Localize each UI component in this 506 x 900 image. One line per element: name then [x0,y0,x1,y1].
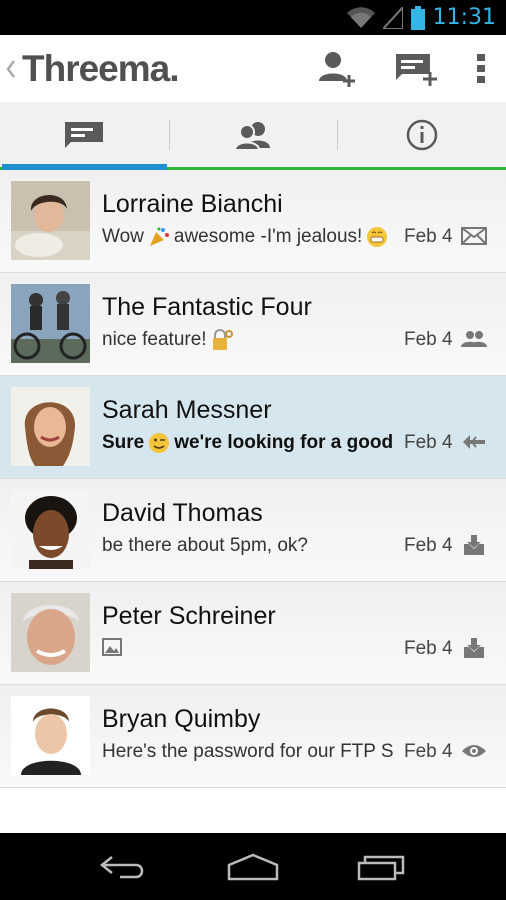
contact-name: David Thomas [102,499,263,527]
back-button[interactable] [94,847,154,887]
info-icon [406,119,437,150]
chat-icon [65,121,104,148]
message-date: Feb 4 [404,432,453,453]
eye-icon [460,739,488,763]
list-item[interactable]: Lorraine Bianchi Wow awesome -I'm jealou… [0,170,506,273]
avatar [11,284,90,363]
message-preview [102,638,400,656]
avatar [11,490,90,569]
avatar [11,181,90,260]
message-preview: Sure we're looking for a good [102,432,394,453]
conversation-list[interactable]: Lorraine Bianchi Wow awesome -I'm jealou… [0,170,506,833]
message-date: Feb 4 [404,638,453,659]
tab-bar [0,102,506,170]
contact-name: Bryan Quimby [102,705,261,733]
message-date: Feb 4 [404,226,453,247]
contact-name: Lorraine Bianchi [102,190,283,218]
avatar [11,696,90,775]
avatar [11,387,90,466]
download-icon [460,636,488,660]
download-icon [460,533,488,557]
overflow-icon [477,53,485,83]
clock: 11:31 [432,5,496,30]
list-item[interactable]: Peter Schreiner Feb 4 [0,582,506,685]
list-item[interactable]: Bryan Quimby Here's the password for our… [0,685,506,788]
new-message-icon [396,53,437,86]
recents-icon [357,855,404,880]
message-preview: nice feature! [102,329,400,351]
contact-name: The Fantastic Four [102,293,312,321]
grin-emoji [367,227,388,247]
list-item[interactable]: David Thomas be there about 5pm, ok? Feb… [0,479,506,582]
up-caret-icon[interactable] [0,35,22,102]
contact-name: Peter Schreiner [102,602,276,630]
app-title[interactable]: Threema. [22,48,180,90]
status-bar: 11:31 [0,0,506,35]
tab-conversations[interactable] [0,102,169,170]
image-icon [102,638,122,656]
overflow-menu-button[interactable] [456,35,506,102]
action-bar: Threema. [0,35,506,102]
reply-icon [460,430,488,454]
home-button[interactable] [223,847,283,887]
envelope-icon [460,224,488,248]
add-contact-button[interactable] [300,35,378,102]
avatar [11,593,90,672]
tab-info[interactable] [337,102,506,167]
new-message-button[interactable] [378,35,456,102]
message-preview: Wow awesome -I'm jealous! [102,226,400,248]
list-item[interactable]: The Fantastic Four nice feature! Feb 4 [0,273,506,376]
message-date: Feb 4 [404,741,453,762]
nav-bar [0,833,506,900]
contacts-icon [235,121,270,150]
wifi-icon [346,6,375,28]
message-date: Feb 4 [404,329,453,350]
list-item[interactable]: Sarah Messner Sure we're looking for a g… [0,376,506,479]
recents-button[interactable] [352,847,412,887]
home-icon [227,853,279,880]
lock-key-emoji [212,329,233,350]
group-icon [460,327,488,351]
wink-emoji [149,433,170,453]
message-preview: be there about 5pm, ok? [102,535,308,556]
add-contact-icon [319,51,355,87]
message-date: Feb 4 [404,535,453,556]
back-icon [100,855,144,878]
contact-name: Sarah Messner [102,396,272,424]
party-popper-emoji [149,227,169,246]
battery-icon [410,5,425,30]
signal-icon [382,6,403,29]
tab-contacts[interactable] [168,102,338,167]
message-preview: Here's the password for our FTP S [102,741,394,762]
